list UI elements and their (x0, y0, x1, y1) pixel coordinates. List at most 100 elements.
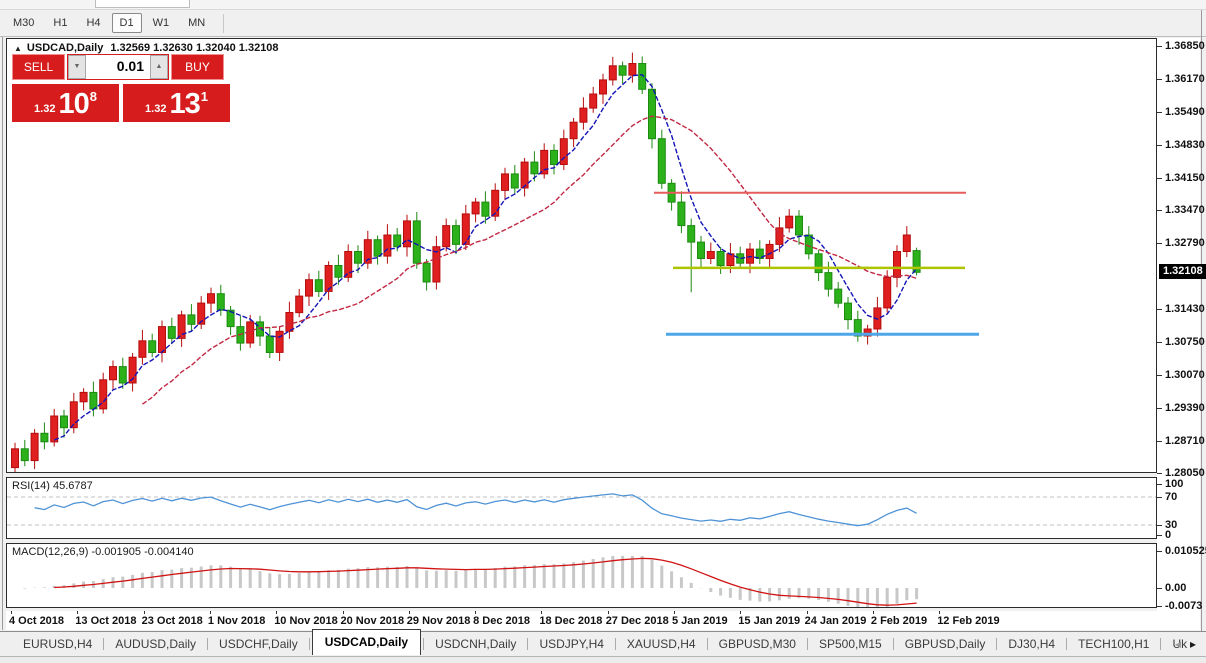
chart-tab[interactable]: USDCAD,Daily (311, 629, 422, 655)
macd-axis-tick (1157, 551, 1162, 552)
date-axis-label: 20 Nov 2018 (340, 615, 405, 627)
price-axis-label: 1.30750 (1165, 335, 1205, 348)
chart-tab[interactable]: TECH100,H1 (1069, 634, 1158, 654)
price-axis-label: 1.33470 (1165, 204, 1205, 217)
date-axis-tick (408, 611, 410, 614)
price-axis-tick (1157, 309, 1162, 311)
date-axis-tick (11, 611, 12, 614)
tab-separator (996, 638, 998, 650)
price-axis-label: 1.34150 (1165, 171, 1205, 184)
rsi-axis-tick (1157, 497, 1162, 498)
price-axis-tick (1157, 243, 1162, 245)
one-click-trade-widget: SELL ▼ 0.01 ▲ BUY 1.32 10 8 1.32 13 1 (12, 54, 236, 122)
macd-axis-label: -0.0073 (1165, 600, 1203, 612)
rsi-indicator-panel[interactable]: RSI(14) 45.6787 (6, 477, 1157, 539)
date-axis-tick (607, 611, 609, 614)
price-axis-label: 1.35490 (1165, 105, 1205, 118)
timeframe-buttons: M30 H1 H4 D1 W1 MN (5, 13, 216, 33)
chart-tab[interactable]: USDCNH,Daily (426, 634, 525, 654)
price-axis-tick (1157, 374, 1162, 376)
rsi-axis-label: 70 (1165, 491, 1178, 503)
date-axis-tick (342, 611, 344, 614)
chart-tab[interactable]: GBPUSD,Daily (896, 634, 995, 654)
date-axis-label: 27 Dec 2018 (605, 615, 669, 627)
date-axis[interactable]: 4 Oct 2018 13 Oct 2018 23 Oct 2018 1 Nov 20… (6, 611, 1157, 630)
date-axis-tick (939, 611, 941, 614)
tab-separator (423, 638, 425, 650)
price-axis-tick (1157, 177, 1162, 179)
date-axis-tick (143, 611, 145, 614)
timeframe-button-d1[interactable]: D1 (111, 13, 142, 33)
price-axis-tick (1157, 111, 1162, 113)
tab-separator (308, 638, 310, 650)
date-axis-tick (541, 611, 543, 614)
buy-price-box[interactable]: 1.32 13 1 (123, 84, 230, 122)
timeframe-button-w1[interactable]: W1 (145, 13, 178, 33)
date-axis-label: 18 Dec 2018 (539, 615, 603, 627)
date-axis-tick (872, 611, 874, 614)
price-axis[interactable]: 1.36850 1.36170 1.35490 1.34830 1.34150 1.334… (1157, 38, 1206, 630)
chart-tab[interactable]: XAUUSD,H4 (618, 634, 705, 654)
tab-separator (706, 638, 708, 650)
chart-tab[interactable]: SP500,M15 (810, 634, 891, 654)
tab-scroll-right-icon[interactable]: ▸ (1190, 637, 1196, 651)
date-axis-label: 5 Jan 2019 (672, 615, 728, 627)
price-axis-tick (1157, 210, 1162, 212)
macd-axis-tick (1157, 606, 1162, 607)
volume-increase-icon[interactable]: ▲ (150, 55, 168, 79)
horizontal-scrollbar-strip[interactable] (0, 656, 1206, 663)
timeframe-button-m30[interactable]: M30 (5, 13, 42, 33)
tab-separator (1066, 638, 1068, 650)
date-axis-label: 23 Oct 2018 (141, 615, 203, 627)
toolbar-divider (223, 13, 225, 33)
volume-input[interactable]: 0.01 (86, 55, 150, 79)
chart-symbol-title: USDCAD,Daily (26, 42, 104, 54)
rsi-plot (7, 493, 1156, 527)
price-axis-tick (1157, 407, 1162, 409)
sell-price-box[interactable]: 1.32 10 8 (12, 84, 119, 122)
price-axis-label: 1.36850 (1165, 40, 1205, 52)
chart-tabs: EURUSD,H4 AUDUSD,Daily USDCHF,Daily USDCAD,… (14, 629, 1196, 657)
price-axis-label: 1.36170 (1165, 72, 1205, 85)
macd-indicator-panel[interactable]: MACD(12,26,9) -0.001905 -0.004140 (6, 543, 1157, 608)
buy-button[interactable]: BUY (171, 54, 224, 80)
date-axis-label: 8 Dec 2018 (473, 615, 530, 627)
sell-button[interactable]: SELL (12, 54, 65, 80)
tab-separator (806, 638, 808, 650)
chart-tab[interactable]: AUDUSD,Daily (106, 634, 205, 654)
chart-tab[interactable]: USDCHF,Daily (210, 634, 307, 654)
buy-price-big: 13 (169, 88, 200, 120)
timeframe-toolbar: M30 H1 H4 D1 W1 MN (0, 10, 1206, 37)
price-axis-tick (1157, 78, 1162, 80)
chart-tab[interactable]: USDJPY,H4 (530, 634, 612, 654)
tab-separator (207, 638, 209, 650)
sell-price-big: 10 (58, 88, 89, 120)
price-axis-label: 1.34830 (1165, 138, 1205, 151)
macd-axis-label: 0.00 (1165, 582, 1187, 594)
price-axis-label: 1.29390 (1165, 401, 1205, 414)
price-axis-tick (1157, 144, 1162, 146)
tab-scroll-left-icon[interactable]: ◂ (1175, 637, 1181, 651)
macd-axis-label: 0.010525 (1165, 545, 1206, 557)
collapse-arrow-icon[interactable]: ▲ (14, 44, 22, 53)
chart-ohlc-values: 1.32569 1.32630 1.32040 1.32108 (110, 42, 279, 54)
buy-price-prefix: 1.32 (145, 103, 167, 115)
price-axis-label: 1.28710 (1165, 434, 1205, 447)
timeframe-button-mn[interactable]: MN (180, 13, 213, 33)
price-axis-label: 1.30070 (1165, 368, 1205, 381)
toolbar-remnant-strip (0, 0, 1206, 10)
chart-tab[interactable]: GBPUSD,M30 (710, 634, 805, 654)
volume-stepper: ▼ 0.01 ▲ (67, 54, 169, 80)
chart-tab[interactable]: DJ30,H4 (999, 634, 1064, 654)
tab-separator (527, 638, 529, 650)
rsi-axis-tick (1157, 535, 1162, 536)
main-chart-panel[interactable]: ▲ USDCAD,Daily 1.32569 1.32630 1.32040 1… (6, 38, 1157, 473)
chart-header: ▲ USDCAD,Daily 1.32569 1.32630 1.32040 1… (12, 42, 279, 54)
volume-decrease-icon[interactable]: ▼ (68, 55, 86, 79)
chart-tab[interactable]: EURUSD,H4 (14, 634, 101, 654)
rsi-label: RSI(14) 45.6787 (12, 480, 93, 492)
timeframe-button-h1[interactable]: H1 (45, 13, 75, 33)
timeframe-button-h4[interactable]: H4 (78, 13, 108, 33)
price-axis-tick (1157, 341, 1162, 343)
date-axis-tick (77, 611, 79, 614)
